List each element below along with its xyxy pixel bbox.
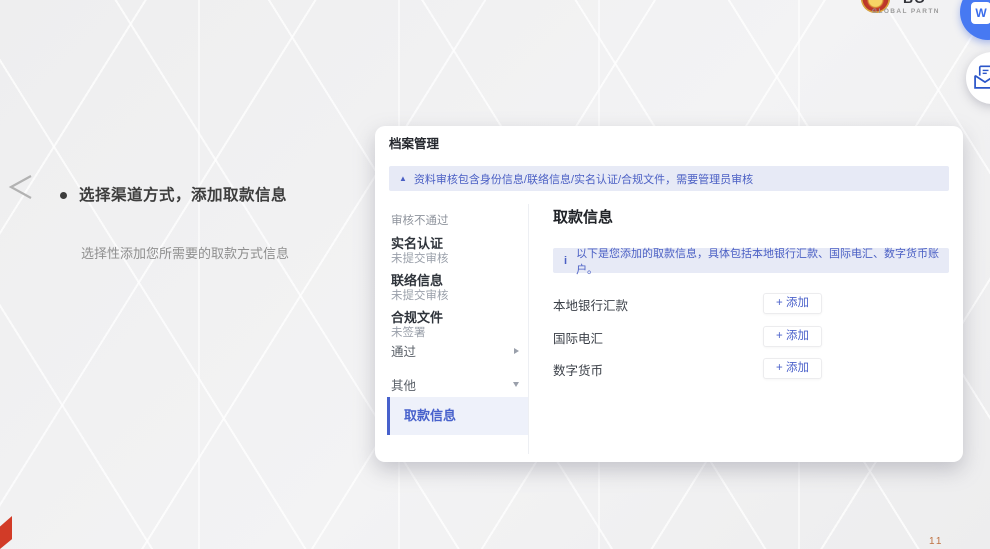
sidebar-group-other-label: 其他 — [391, 375, 416, 394]
warning-icon: ▲ — [399, 174, 407, 183]
sidebar-item-withdrawal-active[interactable]: 取款信息 — [387, 397, 528, 435]
sidebar-group-passed[interactable]: 通过 — [391, 341, 519, 360]
sidebar-group-passed-label: 通过 — [391, 341, 416, 360]
red-corner-decoration — [0, 516, 12, 549]
w-app-icon: W — [971, 2, 990, 24]
back-chevron-icon[interactable] — [7, 173, 33, 201]
add-international-wire-button[interactable]: + 添加 — [763, 326, 822, 347]
email-fab[interactable] — [966, 52, 990, 104]
warning-text: 资料审核包含身份信息/联络信息/实名认证/合规文件，需要管理员审核 — [414, 171, 753, 187]
withdrawal-heading: 取款信息 — [553, 206, 613, 227]
sidebar-item-contact-status: 未提交审核 — [391, 287, 449, 303]
chevron-down-icon — [513, 382, 519, 387]
sidebar-item-realname-status: 未提交审核 — [391, 250, 449, 266]
sidebar-divider — [528, 204, 529, 454]
info-text: 以下是您添加的取款信息，具体包括本地银行汇款、国际电汇、数字货币账户。 — [576, 245, 949, 277]
chat-fab[interactable]: W — [960, 0, 990, 40]
info-banner: i 以下是您添加的取款信息，具体包括本地银行汇款、国际电汇、数字货币账户。 — [553, 248, 949, 273]
bullet-icon — [60, 192, 67, 199]
brand-subtitle: GLOBAL PARTN — [872, 8, 940, 15]
brand-wordmark-text: BO — [903, 0, 926, 6]
info-icon: i — [564, 255, 567, 267]
envelope-icon — [971, 64, 990, 92]
slide-title: 选择渠道方式，添加取款信息 — [79, 183, 399, 205]
add-local-bank-button[interactable]: + 添加 — [763, 293, 822, 314]
panel-title: 档案管理 — [389, 133, 439, 152]
sidebar-item-compliance-status: 未签署 — [391, 324, 426, 340]
add-digital-currency-button[interactable]: + 添加 — [763, 358, 822, 379]
row-label-digital-currency: 数字货币 — [553, 361, 603, 382]
row-label-local-bank: 本地银行汇款 — [553, 296, 628, 317]
profile-management-panel: 档案管理 ▲ 资料审核包含身份信息/联络信息/实名认证/合规文件，需要管理员审核… — [375, 126, 963, 462]
sidebar-group-other[interactable]: 其他 — [391, 375, 519, 394]
brand-wordmark: BO — [901, 0, 941, 8]
sidebar-group-rejected: 审核不通过 — [391, 212, 449, 228]
chevron-right-icon — [514, 348, 519, 354]
row-label-international-wire: 国际电汇 — [553, 329, 603, 350]
slide-subtitle: 选择性添加您所需要的取款方式信息 — [81, 243, 401, 262]
warning-banner: ▲ 资料审核包含身份信息/联络信息/实名认证/合规文件，需要管理员审核 — [389, 166, 949, 191]
page-number: 11 — [929, 536, 943, 547]
slide: 选择渠道方式，添加取款信息 选择性添加您所需要的取款方式信息 BO GLOBAL… — [0, 0, 990, 549]
